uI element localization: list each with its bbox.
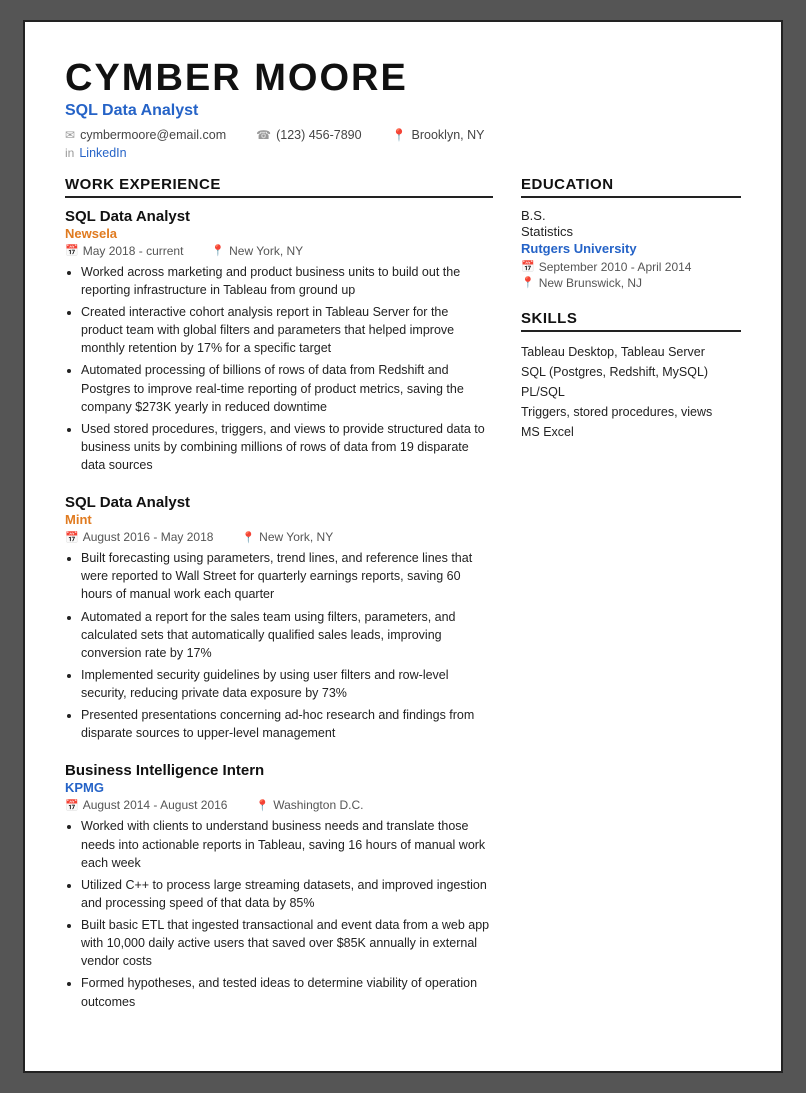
job-1-location-text: New York, NY [229,244,303,258]
resume-page: CYMBER MOORE SQL Data Analyst ✉ cymbermo… [23,20,783,1073]
job-2-company: Mint [65,512,493,527]
job-1-location: 📍 New York, NY [211,244,303,258]
job-2-bullet-4: Presented presentations concerning ad-ho… [81,706,493,742]
job-2: SQL Data Analyst Mint 📅 August 2016 - Ma… [65,494,493,742]
calendar-icon-1: 📅 [65,244,79,257]
job-3-company: KPMG [65,780,493,795]
job-2-bullets: Built forecasting using parameters, tren… [65,549,493,742]
contact-row: ✉ cymbermoore@email.com ☎ (123) 456-7890… [65,128,741,142]
email-icon: ✉ [65,128,75,142]
location-icon-1: 📍 [211,244,225,257]
edu-date-text: September 2010 - April 2014 [539,260,692,274]
job-3-date-text: August 2014 - August 2016 [83,798,228,812]
email-text: cymbermoore@email.com [80,128,226,142]
skill-4: Triggers, stored procedures, views [521,402,741,422]
job-3-meta: 📅 August 2014 - August 2016 📍 Washington… [65,798,493,812]
linkedin-link[interactable]: LinkedIn [79,146,126,160]
job-2-date-text: August 2016 - May 2018 [83,530,214,544]
phone-contact: ☎ (123) 456-7890 [256,128,361,142]
job-2-dates: 📅 August 2016 - May 2018 [65,530,213,544]
job-2-bullet-3: Implemented security guidelines by using… [81,666,493,702]
edu-location-text: New Brunswick, NJ [539,276,642,290]
location-text: Brooklyn, NY [412,128,485,142]
location-icon: 📍 [392,128,407,142]
edu-dates: 📅 September 2010 - April 2014 [521,260,741,274]
location-icon-edu: 📍 [521,276,535,289]
job-3-bullet-2: Utilized C++ to process large streaming … [81,876,493,912]
skills-section: SKILLS Tableau Desktop, Tableau Server S… [521,310,741,442]
edu-degree: B.S. [521,208,741,223]
left-column: WORK EXPERIENCE SQL Data Analyst Newsela… [65,176,493,1031]
edu-location: 📍 New Brunswick, NJ [521,276,741,290]
job-1-bullet-3: Automated processing of billions of rows… [81,361,493,415]
job-2-title: SQL Data Analyst [65,494,493,511]
job-3-bullet-3: Built basic ETL that ingested transactio… [81,916,493,970]
job-1-dates: 📅 May 2018 - current [65,244,183,258]
job-1-meta: 📅 May 2018 - current 📍 New York, NY [65,244,493,258]
linkedin-contact[interactable]: in LinkedIn [65,146,127,160]
skill-2: SQL (Postgres, Redshift, MySQL) [521,362,741,382]
edu-university: Rutgers University [521,241,741,256]
job-1-bullet-1: Worked across marketing and product busi… [81,263,493,299]
skill-5: MS Excel [521,422,741,442]
calendar-icon-3: 📅 [65,799,79,812]
location-icon-3: 📍 [255,799,269,812]
phone-icon: ☎ [256,128,271,142]
email-contact: ✉ cymbermoore@email.com [65,128,226,142]
work-experience-heading: WORK EXPERIENCE [65,176,493,198]
education-heading: EDUCATION [521,176,741,198]
job-3-location: 📍 Washington D.C. [255,798,363,812]
job-2-meta: 📅 August 2016 - May 2018 📍 New York, NY [65,530,493,544]
job-3-location-text: Washington D.C. [273,798,363,812]
job-3-bullet-1: Worked with clients to understand busine… [81,817,493,871]
skill-3: PL/SQL [521,382,741,402]
education-section: EDUCATION B.S. Statistics Rutgers Univer… [521,176,741,290]
job-2-bullet-1: Built forecasting using parameters, tren… [81,549,493,603]
job-1-bullets: Worked across marketing and product busi… [65,263,493,474]
edu-field: Statistics [521,224,741,239]
job-title-header: SQL Data Analyst [65,102,741,120]
location-contact: 📍 Brooklyn, NY [392,128,485,142]
job-1-bullet-4: Used stored procedures, triggers, and vi… [81,420,493,474]
linkedin-icon: in [65,146,74,160]
skills-heading: SKILLS [521,310,741,332]
job-1-bullet-2: Created interactive cohort analysis repo… [81,303,493,357]
phone-text: (123) 456-7890 [276,128,361,142]
job-3-title: Business Intelligence Intern [65,762,493,779]
job-2-location: 📍 New York, NY [241,530,333,544]
calendar-icon-2: 📅 [65,531,79,544]
job-1-date-text: May 2018 - current [83,244,184,258]
right-column: EDUCATION B.S. Statistics Rutgers Univer… [521,176,741,1031]
job-3: Business Intelligence Intern KPMG 📅 Augu… [65,762,493,1010]
job-2-location-text: New York, NY [259,530,333,544]
location-icon-2: 📍 [241,531,255,544]
full-name: CYMBER MOORE [65,58,741,100]
job-1-company: Newsela [65,226,493,241]
job-3-bullet-4: Formed hypotheses, and tested ideas to d… [81,974,493,1010]
job-1-title: SQL Data Analyst [65,208,493,225]
job-2-bullet-2: Automated a report for the sales team us… [81,608,493,662]
skill-1: Tableau Desktop, Tableau Server [521,342,741,362]
header-section: CYMBER MOORE SQL Data Analyst ✉ cymbermo… [65,58,741,160]
calendar-icon-edu: 📅 [521,260,535,273]
job-3-dates: 📅 August 2014 - August 2016 [65,798,227,812]
linkedin-row: in LinkedIn [65,146,741,160]
job-3-bullets: Worked with clients to understand busine… [65,817,493,1010]
body-layout: WORK EXPERIENCE SQL Data Analyst Newsela… [65,176,741,1031]
job-1: SQL Data Analyst Newsela 📅 May 2018 - cu… [65,208,493,474]
